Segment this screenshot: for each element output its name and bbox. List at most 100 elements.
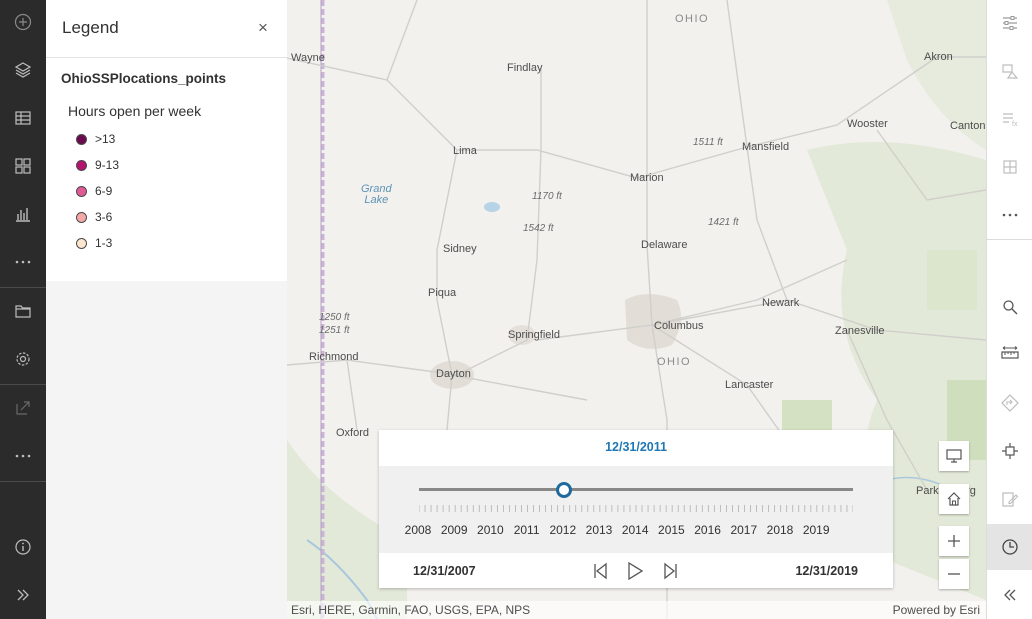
current-time-label: 12/31/2011 — [605, 440, 667, 454]
zoom-out-icon[interactable] — [939, 559, 969, 589]
city-label: Wayne — [291, 52, 325, 64]
expand-icon[interactable] — [0, 575, 46, 615]
elevation-label: 1251 ft — [319, 325, 350, 336]
legend-swatch — [76, 211, 87, 223]
city-label: Lima — [453, 145, 477, 157]
divider — [0, 287, 46, 288]
slider-ticks — [419, 505, 853, 512]
divider — [987, 239, 1032, 240]
share-icon[interactable] — [0, 388, 46, 428]
state-label: OHIO — [675, 13, 710, 25]
year-label: 2014 — [621, 523, 649, 537]
right-toolbar: fx — [986, 0, 1032, 619]
legend-swatch — [76, 133, 87, 145]
measure-icon[interactable] — [987, 331, 1032, 377]
powered-by-link[interactable]: Powered by Esri — [893, 603, 980, 617]
year-label: 2016 — [694, 523, 721, 537]
city-label: Piqua — [428, 287, 457, 299]
elevation-label: 1421 ft — [708, 217, 739, 228]
slider-track[interactable] — [419, 488, 853, 491]
year-label: 2010 — [477, 523, 504, 537]
table-icon[interactable] — [0, 98, 46, 138]
elevation-label: 1542 ft — [523, 223, 554, 234]
year-label: 2018 — [766, 523, 794, 537]
play-icon[interactable] — [624, 560, 646, 582]
close-icon[interactable]: × — [253, 18, 273, 38]
legend-label: 6-9 — [95, 184, 113, 198]
year-label: 2013 — [585, 523, 613, 537]
legend-label: 9-13 — [95, 158, 120, 172]
layers-icon[interactable] — [0, 50, 46, 90]
city-label: Oxford — [336, 427, 370, 439]
attribution-text: Esri, HERE, Garmin, FAO, USGS, EPA, NPS — [291, 603, 531, 617]
legend-panel: Legend × OhioSSPlocations_points Hours o… — [46, 0, 287, 281]
city-label: Sidney — [443, 243, 477, 255]
city-label: Canton — [950, 120, 986, 132]
more-icon[interactable] — [987, 192, 1032, 238]
year-label: 2011 — [513, 523, 540, 537]
cluster-icon[interactable] — [987, 144, 1032, 190]
year-label: 2017 — [730, 523, 758, 537]
time-icon[interactable] — [987, 524, 1032, 570]
field-name: Hours open per week — [68, 103, 202, 119]
next-icon[interactable] — [660, 560, 682, 582]
legend-item: 3-6 — [76, 208, 112, 226]
divider — [0, 481, 46, 482]
legend-label: >13 — [95, 132, 116, 146]
location-icon[interactable] — [987, 428, 1032, 474]
start-date-label: 12/31/2007 — [413, 564, 476, 578]
sketch-icon[interactable] — [987, 476, 1032, 522]
year-labels: 2008 2009 2010 2011 2012 2013 2014 2015 2016 2017… — [379, 523, 893, 539]
legend-swatch — [76, 159, 87, 171]
settings-icon[interactable] — [0, 339, 46, 379]
slider-thumb[interactable] — [555, 482, 572, 498]
folder-icon[interactable] — [0, 291, 46, 331]
map-viewer-app: Legend × OhioSSPlocations_points Hours o… — [0, 0, 1032, 619]
panel-background — [46, 281, 287, 619]
city-label: Findlay — [507, 62, 543, 74]
more-icon[interactable] — [0, 436, 46, 476]
zoom-in-icon[interactable] — [939, 526, 969, 556]
city-label: Columbus — [654, 320, 704, 332]
year-label: 2015 — [658, 523, 685, 537]
city-label: Lancaster — [725, 379, 774, 391]
legend-item: >13 — [76, 130, 115, 148]
style-icon[interactable] — [987, 48, 1032, 94]
city-label: Wooster — [847, 118, 888, 130]
previous-icon[interactable] — [589, 560, 611, 582]
basemap-gallery-icon[interactable] — [0, 146, 46, 186]
year-label: 2009 — [440, 523, 468, 537]
elevation-label: 1511 ft — [693, 137, 723, 148]
city-label: Mansfield — [742, 141, 790, 153]
water-label: Grand Lake — [361, 183, 392, 206]
city-label: Springfield — [508, 329, 560, 341]
home-icon[interactable] — [939, 484, 969, 514]
legend-label: 1-3 — [95, 236, 113, 250]
legend-header: Legend × — [46, 0, 287, 58]
filter-icon[interactable] — [987, 0, 1032, 46]
add-icon[interactable] — [0, 2, 46, 42]
city-label: Marion — [630, 172, 664, 184]
svg-text:fx: fx — [1012, 121, 1018, 128]
legend-item: 9-13 — [76, 156, 119, 174]
legend-swatch — [76, 185, 87, 197]
info-icon[interactable] — [0, 527, 46, 567]
legend-swatch — [76, 237, 87, 249]
legend-label: 3-6 — [95, 210, 113, 224]
search-icon[interactable] — [987, 284, 1032, 330]
left-toolbar — [0, 0, 46, 619]
configure-popup-icon[interactable]: fx — [987, 96, 1032, 142]
legend-item: 6-9 — [76, 182, 112, 200]
end-date-label: 12/31/2019 — [795, 564, 858, 578]
directions-icon[interactable] — [987, 380, 1032, 426]
monitor-icon[interactable] — [939, 441, 969, 471]
legend-item: 1-3 — [76, 234, 112, 252]
city-label: Delaware — [641, 239, 688, 251]
chart-icon[interactable] — [0, 194, 46, 234]
city-label: Dayton — [436, 368, 471, 380]
elevation-label: 1250 ft — [319, 312, 350, 323]
more-icon[interactable] — [0, 242, 46, 282]
collapse-icon[interactable] — [987, 572, 1032, 618]
city-label: Akron — [924, 51, 953, 63]
elevation-label: 1170 ft — [532, 191, 562, 202]
